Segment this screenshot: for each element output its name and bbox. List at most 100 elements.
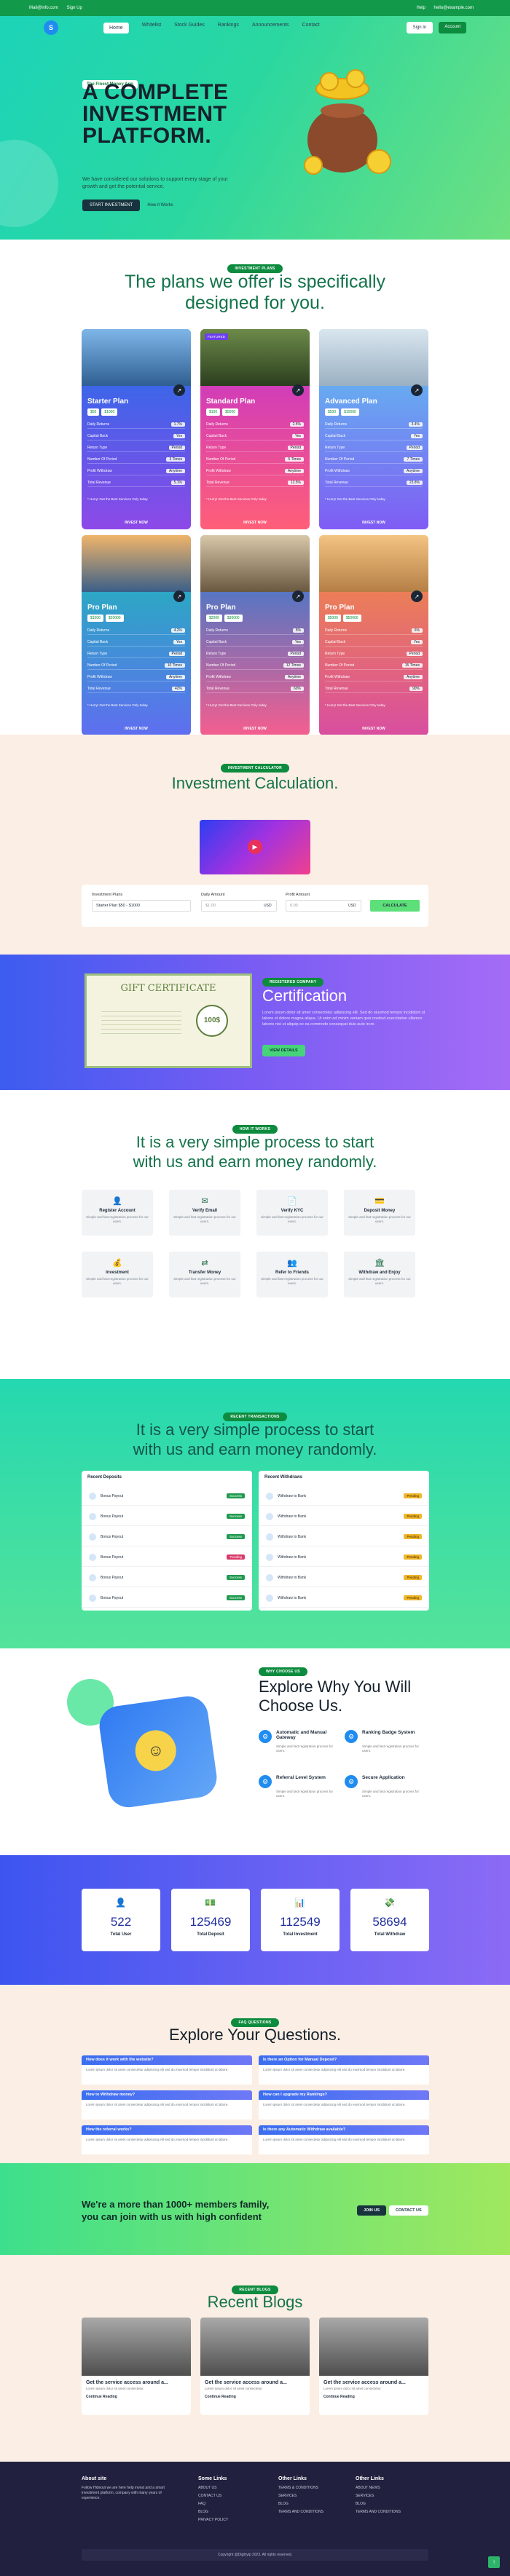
footer-link[interactable]: ABOUT US [198, 2486, 228, 2490]
blog-image[interactable] [82, 2318, 191, 2376]
start-investment-button[interactable]: START INVESTMENT [82, 199, 141, 211]
step-desc: Simple and fast registration process for… [348, 1215, 411, 1223]
arrow-icon[interactable]: ↗ [173, 590, 185, 602]
blog-title[interactable]: Get the service access around a... [82, 2376, 191, 2385]
invest-now-button[interactable]: INVEST NOW [200, 521, 310, 525]
footer-link[interactable]: TERMS & CONDITIONS [278, 2486, 323, 2490]
join-us-button[interactable]: JOIN US [357, 2205, 387, 2216]
step-title: Verify KYC [280, 1209, 304, 1213]
avatar [266, 1533, 273, 1541]
continue-reading-link[interactable]: Continue Reading [319, 2392, 428, 2402]
stat-label: Total Withdraw [374, 1932, 406, 1937]
contact-us-button[interactable]: CONTACT US [389, 2205, 428, 2216]
footer-about-text: Follow Hideout we are here help invest a… [82, 2486, 165, 2500]
nav-item-announcements[interactable]: Announcements [252, 23, 289, 33]
nav-item-stock-guides[interactable]: Stock Guides [174, 23, 205, 33]
signin-button[interactable]: Sign In [406, 22, 434, 33]
plan-row: Daily Returns 6% [325, 628, 423, 635]
invest-now-button[interactable]: INVEST NOW [82, 521, 191, 525]
plan-row-label: Capital Back [206, 434, 227, 438]
support-email-link[interactable]: hello@example.com [434, 6, 474, 10]
blogs-section: RECENT BLOGS Recent Blogs Get the servic… [0, 2255, 510, 2462]
top-bar: Mail@info.com Sign Up Help hello@example… [0, 0, 510, 16]
recent-withdraws-panel: Recent Withdraws Withdraw to Bank Pending… [259, 1471, 429, 1611]
plan-row-label: Capital Back [87, 434, 109, 438]
invest-now-button[interactable]: INVEST NOW [319, 727, 428, 731]
step-title: Register Account [99, 1209, 136, 1213]
stat-value: 125469 [189, 1915, 232, 1929]
arrow-icon[interactable]: ↗ [411, 384, 423, 396]
recent-deposits-title: Recent Deposits [87, 1475, 122, 1479]
footer-link[interactable]: TERMS AND CONDITIONS [278, 2510, 323, 2514]
plan-row-value: Period [406, 446, 423, 450]
arrow-icon[interactable]: ↗ [411, 590, 423, 602]
blog-card: Get the service access around a... Lorem … [200, 2318, 310, 2415]
footer-link[interactable]: TERMS AND CONDITIONS [356, 2510, 401, 2514]
plan-row-label: Capital Back [206, 640, 227, 644]
blog-title[interactable]: Get the service access around a... [200, 2376, 310, 2385]
blog-image[interactable] [319, 2318, 428, 2376]
plan-row: Number Of Period 5 Times [206, 457, 304, 464]
arrow-icon[interactable]: ↗ [173, 384, 185, 396]
plan-row-value: 60% [290, 687, 304, 691]
cta-text: We're a more than 1000+ members family, y… [82, 2199, 270, 2222]
footer-link[interactable]: CONTACT US [198, 2494, 228, 2498]
plan-row-value: Anytime [284, 469, 304, 473]
stat-value: 522 [110, 1915, 132, 1929]
plan-row: Return Type Period [87, 652, 185, 658]
plan-row: Return Type Period [206, 652, 304, 658]
scroll-top-icon[interactable]: ↑ [488, 2556, 500, 2568]
arrow-icon[interactable]: ↗ [292, 590, 304, 602]
faq-answer: Lorem ipsum dolor sit amet consectetur a… [82, 2135, 252, 2154]
email-link[interactable]: Mail@info.com [29, 6, 58, 10]
how-it-works-link[interactable]: How it Works [147, 203, 173, 208]
plan-row-label: Number Of Period [87, 663, 117, 668]
continue-reading-link[interactable]: Continue Reading [200, 2392, 310, 2402]
faq-question[interactable]: How can I upgrade my Rankings? [259, 2090, 429, 2100]
faq-question[interactable]: Is there any Automatic Withdraw availabl… [259, 2125, 429, 2135]
help-link[interactable]: Help [417, 6, 425, 10]
play-icon[interactable]: ▶ [248, 839, 262, 854]
plan-row-value: 23.8% [406, 481, 423, 485]
invest-now-button[interactable]: INVEST NOW [82, 727, 191, 731]
continue-reading-link[interactable]: Continue Reading [82, 2392, 191, 2402]
plan-note: * Hurry! Get the Best Services Only toda… [87, 703, 148, 707]
avatar [89, 1492, 96, 1500]
footer-link[interactable]: BLOG [278, 2502, 323, 2506]
arrow-icon[interactable]: ↗ [292, 384, 304, 396]
faq-question[interactable]: Is there an Option for Manual Deposit? [259, 2055, 429, 2065]
view-details-button[interactable]: VIEW DETAILS [262, 1045, 305, 1056]
nav-item-contact[interactable]: Contact [302, 23, 320, 33]
account-button[interactable]: Account [439, 22, 466, 33]
calculate-button[interactable]: CALCULATE [370, 900, 420, 912]
footer-link[interactable]: BLOG [356, 2502, 401, 2506]
plan-row-label: Return Type [87, 652, 108, 656]
faq-question[interactable]: How to Withdraw money? [82, 2090, 252, 2100]
faq-question[interactable]: How does it work with the website? [82, 2055, 252, 2065]
nav-item-home[interactable]: Home [103, 22, 129, 33]
footer-link[interactable]: PRIVACY POLICY [198, 2518, 228, 2522]
avatar [89, 1573, 96, 1581]
invest-now-button[interactable]: INVEST NOW [319, 521, 428, 525]
site-logo[interactable]: S [44, 20, 58, 35]
blog-image[interactable] [200, 2318, 310, 2376]
plan-row-label: Return Type [325, 652, 345, 656]
footer-link[interactable]: SERVICES [278, 2494, 323, 2498]
copyright: Copyright @Digihyip 2023. All rights res… [82, 2549, 428, 2561]
footer-link[interactable]: SERVICES [356, 2494, 401, 2498]
footer-link[interactable]: BLOG [198, 2510, 228, 2514]
signup-link[interactable]: Sign Up [66, 6, 82, 10]
nav-item-rankings[interactable]: Rankings [218, 23, 239, 33]
plan-row-value: Period [287, 652, 304, 656]
footer-link[interactable]: ABOUT NEWS [356, 2486, 401, 2490]
nav-item-whitelist[interactable]: Whitelist [142, 23, 161, 33]
plan-select[interactable]: Starter Plan $50 - $1000 [92, 900, 191, 912]
blog-title[interactable]: Get the service access around a... [319, 2376, 428, 2385]
faq-question[interactable]: How the referral works? [82, 2125, 252, 2135]
plan-row-value: Yes [410, 640, 423, 644]
invest-now-button[interactable]: INVEST NOW [200, 727, 310, 731]
plan-row: Return Type Period [206, 446, 304, 452]
video-thumbnail[interactable]: ▶ [200, 820, 310, 874]
footer-link[interactable]: FAQ [198, 2502, 228, 2506]
stat-card: 👤 522 Total User [82, 1889, 160, 1951]
